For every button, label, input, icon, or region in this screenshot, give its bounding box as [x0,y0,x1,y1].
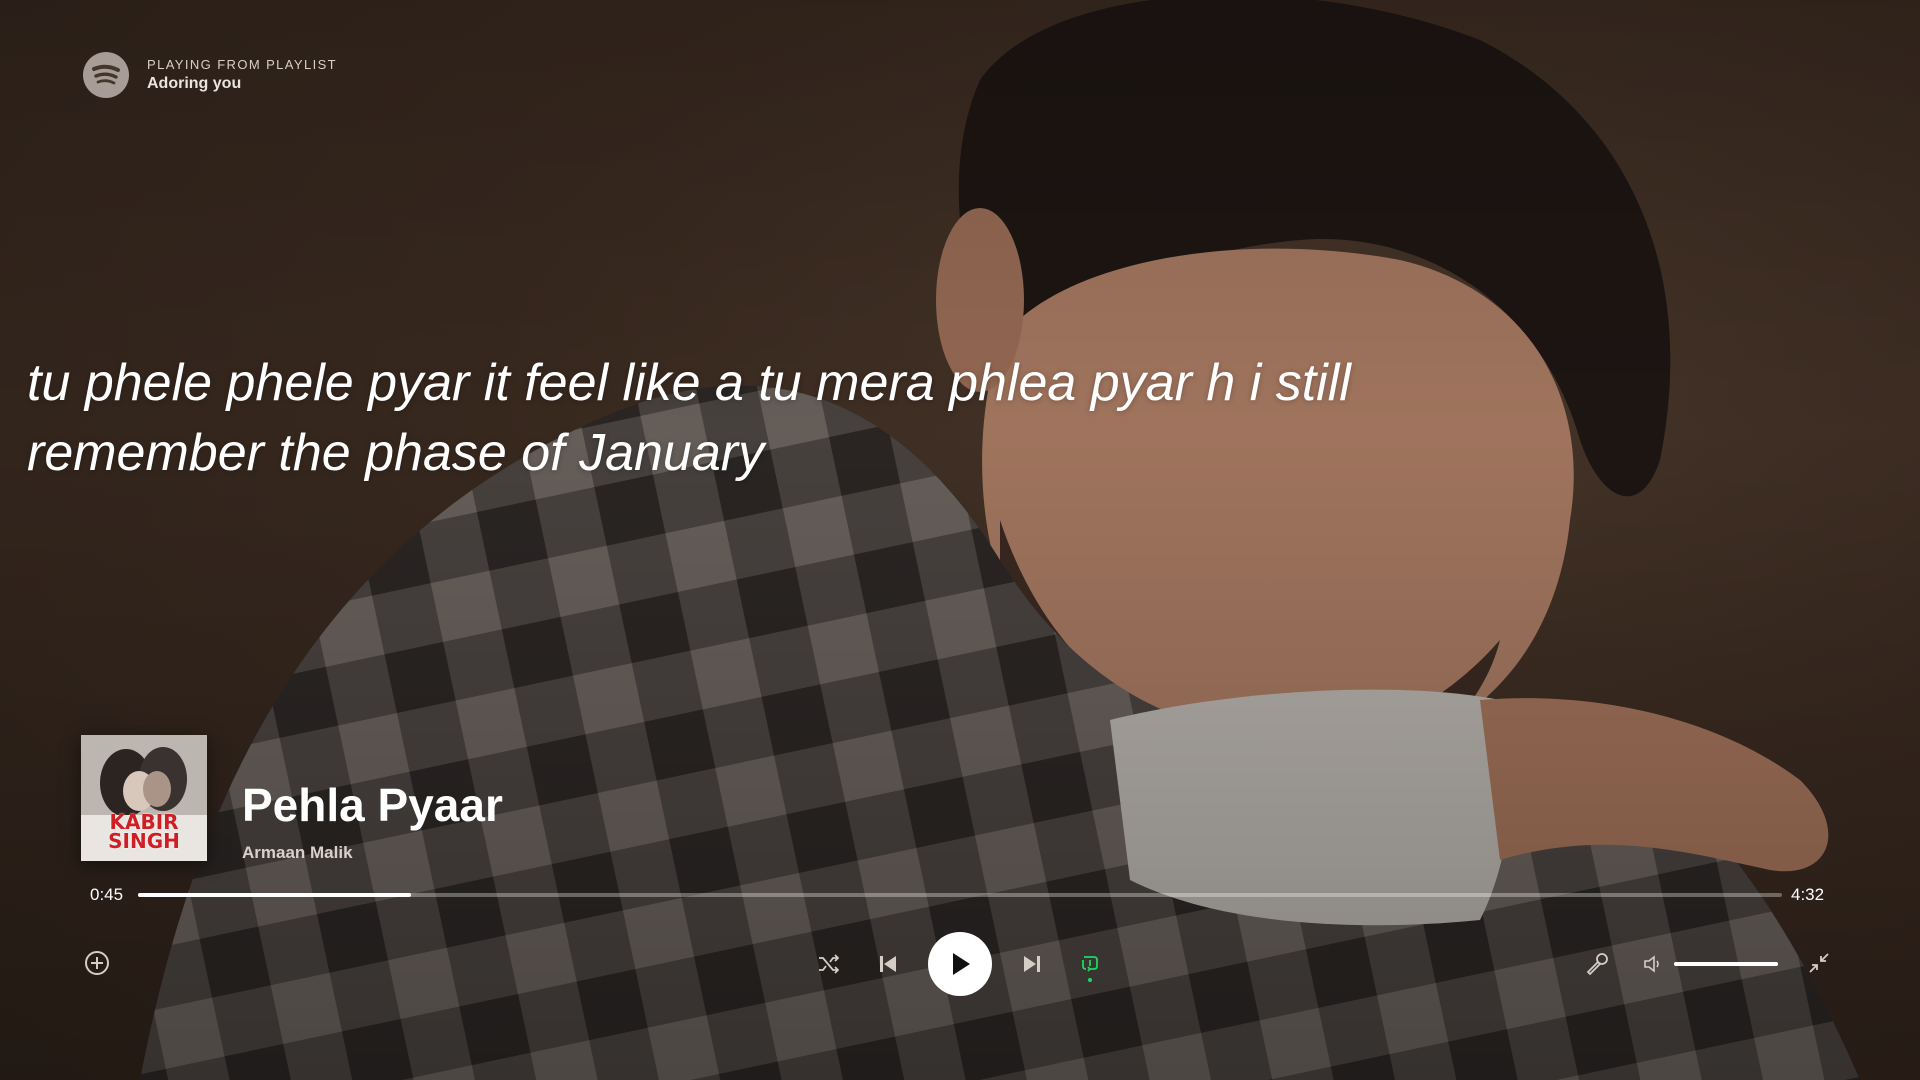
play-icon [953,953,970,975]
playlist-name[interactable]: Adoring you [147,75,337,93]
skip-previous-icon [880,956,896,972]
total-time: 4:32 [1791,885,1825,904]
volume-slider-fill [1674,962,1778,966]
minimize-icon [1809,953,1829,973]
repeat-one-icon [1082,956,1098,972]
repeat-active-indicator [1088,978,1092,982]
progress-bar-fill [138,893,411,897]
play-button[interactable] [928,932,992,996]
lyrics-line: tu phele phele pyar it feel like a tu me… [27,354,1351,482]
volume-icon [1644,955,1659,973]
repeat-button[interactable] [1076,950,1104,982]
track-title[interactable]: Pehla Pyaar [242,778,503,832]
skip-next-icon [1024,956,1040,972]
playing-from-label: PLAYING FROM PLAYLIST [147,57,338,72]
album-cover-title: KABIR SINGH [108,810,180,853]
volume-button[interactable] [1640,951,1666,977]
volume-slider[interactable] [1674,962,1778,966]
track-artist[interactable]: Armaan Malik [242,843,353,863]
next-track-button[interactable] [1018,950,1046,978]
add-circle-icon [85,951,109,975]
fullscreen-player: PLAYING FROM PLAYLIST Adoring you tu phe… [0,0,1920,1080]
playing-from-header[interactable]: PLAYING FROM PLAYLIST Adoring you [83,52,337,98]
shuffle-button[interactable] [814,950,842,978]
background-dim-overlay [0,0,1920,1080]
lyrics-button[interactable] [1582,949,1612,979]
add-to-library-button[interactable] [82,948,112,978]
previous-track-button[interactable] [874,950,902,978]
shuffle-icon [819,954,839,974]
spotify-logo-icon [83,52,129,98]
microphone-icon [1586,953,1608,976]
elapsed-time: 0:45 [90,885,124,904]
progress-bar[interactable] [138,893,1782,897]
album-cover[interactable]: KABIR SINGH [81,735,207,861]
exit-fullscreen-button[interactable] [1804,948,1834,978]
